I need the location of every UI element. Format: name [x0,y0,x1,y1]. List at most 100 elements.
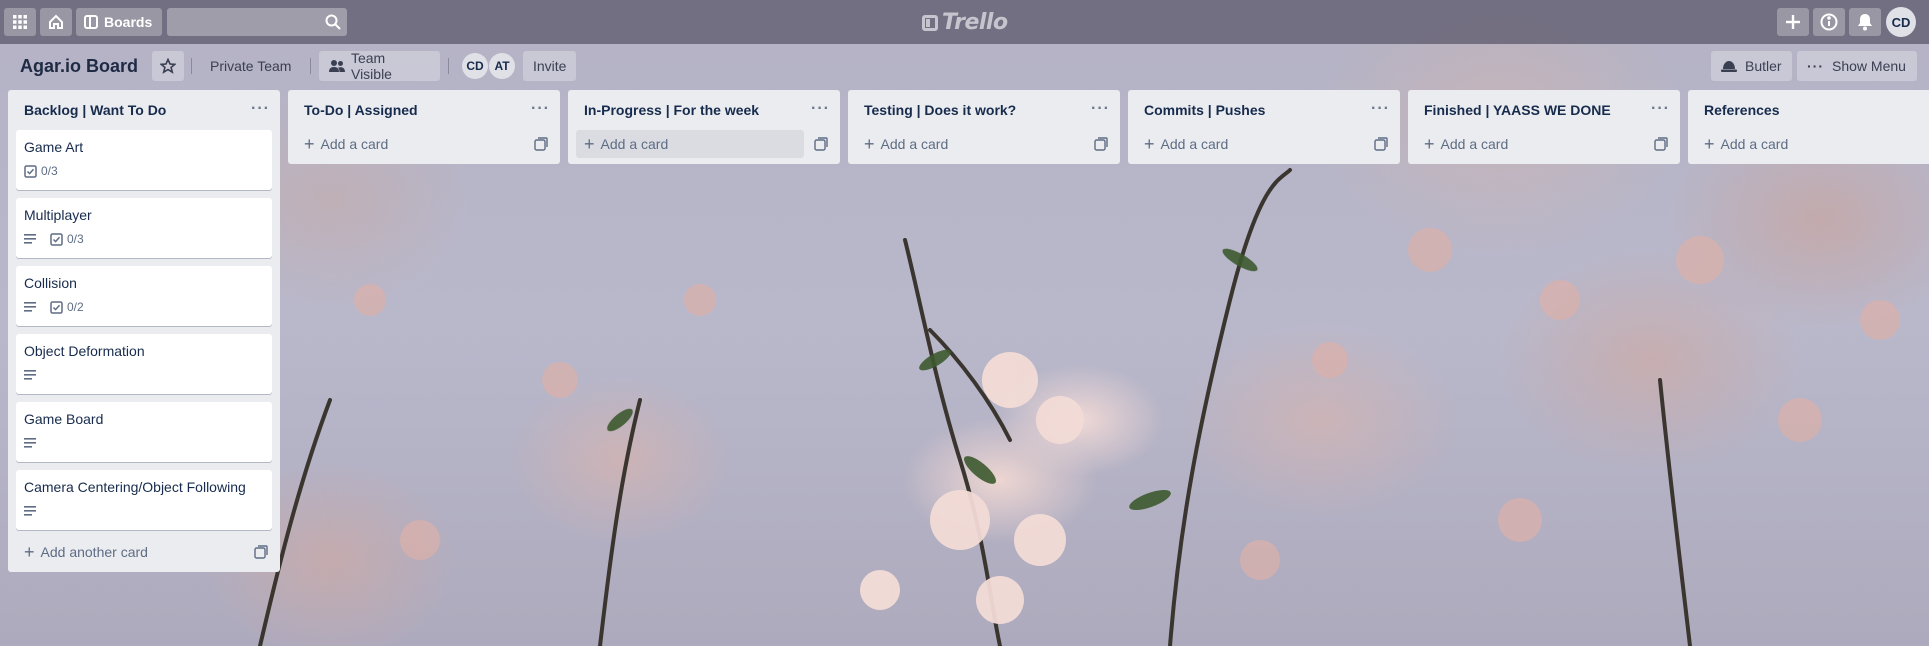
board-header: Agar.io Board Private Team Team Visible … [0,44,1929,88]
add-card-label: Add a card [1440,136,1509,152]
home-button[interactable] [40,8,72,36]
add-card-label: Add a card [880,136,949,152]
add-card-row: + Add a card [288,130,560,164]
more-icon: ··· [1807,58,1824,74]
member-avatar-cd[interactable]: CD [462,53,488,79]
show-menu-button[interactable]: ··· Show Menu [1797,51,1917,81]
list-menu-icon[interactable]: ··· [1651,100,1670,118]
list-header[interactable]: To-Do | Assigned ··· [288,90,560,130]
description-icon [24,302,36,312]
information-button[interactable] [1813,8,1845,36]
visibility-button[interactable]: Team Visible [319,50,440,82]
card-template-icon[interactable] [814,137,828,151]
list: Commits | Pushes ··· + Add a card [1128,90,1400,164]
create-button[interactable] [1777,8,1809,36]
invite-button[interactable]: Invite [523,51,577,81]
card[interactable]: Game Art 0/3 [16,130,272,190]
apps-grid-button[interactable] [4,8,36,36]
home-icon [49,14,63,29]
add-card-label: Add another card [40,544,148,560]
checklist-badge: 0/3 [24,164,58,178]
boards-button[interactable]: Boards [76,8,162,36]
member-avatar[interactable]: CD [1886,7,1916,37]
add-card-button[interactable]: + Add a card [1416,130,1516,158]
checklist-icon [50,300,63,314]
list-header[interactable]: Finished | YAASS WE DONE ··· [1408,90,1680,130]
list-title[interactable]: To-Do | Assigned [304,102,418,118]
member-avatar-at[interactable]: AT [489,53,515,79]
plus-icon [1786,15,1800,29]
description-badge [24,369,42,381]
card-template-icon[interactable] [254,545,268,559]
card-badges [24,366,264,384]
list: In-Progress | For the week ··· + Add a card [568,90,840,164]
trello-logo[interactable]: Trello [922,10,1008,35]
divider [310,58,311,74]
butler-button[interactable]: Butler [1711,51,1792,81]
card-template-icon[interactable] [534,137,548,151]
board-title[interactable]: Agar.io Board [12,51,146,81]
trello-logo-text: Trello [942,10,1008,35]
card[interactable]: Collision 0/2 [16,266,272,326]
add-card-row: + Add a card [848,130,1120,164]
list-title[interactable]: Testing | Does it work? [864,102,1016,118]
divider [191,58,192,74]
checklist-badge: 0/2 [50,300,84,314]
add-card-row: + Add another card [8,538,280,572]
plus-icon: + [864,134,875,154]
star-board-button[interactable] [152,51,184,81]
add-card-button[interactable]: + Add a card [1136,130,1236,158]
list-header[interactable]: Backlog | Want To Do ··· [8,90,280,130]
list-header[interactable]: References··· [1688,90,1929,130]
card[interactable]: Camera Centering/Object Following [16,470,272,530]
description-badge [24,505,42,517]
card[interactable]: Game Board [16,402,272,462]
private-team-button[interactable]: Private Team [200,51,301,81]
card-title: Camera Centering/Object Following [24,479,246,495]
list-menu-icon[interactable]: ··· [1091,100,1110,118]
card-template-icon[interactable] [1654,137,1668,151]
add-card-button[interactable]: + Add a card [296,130,396,158]
add-card-button[interactable]: + Add a card [856,130,956,158]
list-title[interactable]: In-Progress | For the week [584,102,759,118]
boards-label: Boards [104,14,153,30]
add-card-button[interactable]: + Add a card [576,130,804,158]
list-menu-icon[interactable]: ··· [531,100,550,118]
card[interactable]: Object Deformation [16,334,272,394]
plus-icon: + [1144,134,1155,154]
butler-label: Butler [1745,58,1782,74]
list-title[interactable]: Backlog | Want To Do [24,102,166,118]
description-icon [24,234,36,244]
card[interactable]: Multiplayer 0/3 [16,198,272,258]
list-header[interactable]: Testing | Does it work? ··· [848,90,1120,130]
list-title[interactable]: References [1704,102,1780,118]
plus-icon: + [304,134,315,154]
show-menu-label: Show Menu [1832,58,1906,74]
card-template-icon[interactable] [1374,137,1388,151]
add-card-row: + Add a card [1688,130,1929,164]
list-header[interactable]: In-Progress | For the week ··· [568,90,840,130]
list-header[interactable]: Commits | Pushes ··· [1128,90,1400,130]
list-menu-icon[interactable]: ··· [251,100,270,118]
card-template-icon[interactable] [1094,137,1108,151]
card-badges: 0/2 [24,298,264,316]
star-icon [160,58,176,74]
list-menu-icon[interactable]: ··· [811,100,830,118]
card-badges: 0/3 [24,162,264,180]
list: References··· + Add a card [1688,90,1929,164]
list-title[interactable]: Commits | Pushes [1144,102,1265,118]
card-title: Collision [24,275,77,291]
search-input[interactable] [167,8,347,36]
trello-logo-icon [922,14,938,31]
add-card-row: + Add a card [1128,130,1400,164]
description-icon [24,438,36,448]
bell-icon [1858,14,1872,31]
info-icon [1820,13,1838,31]
list-title[interactable]: Finished | YAASS WE DONE [1424,102,1611,118]
add-card-button[interactable]: + Add another card [16,538,156,566]
notifications-button[interactable] [1849,8,1881,36]
private-team-label: Private Team [210,58,292,74]
list-menu-icon[interactable]: ··· [1371,100,1390,118]
add-card-button[interactable]: + Add a card [1696,130,1796,158]
list: To-Do | Assigned ··· + Add a card [288,90,560,164]
